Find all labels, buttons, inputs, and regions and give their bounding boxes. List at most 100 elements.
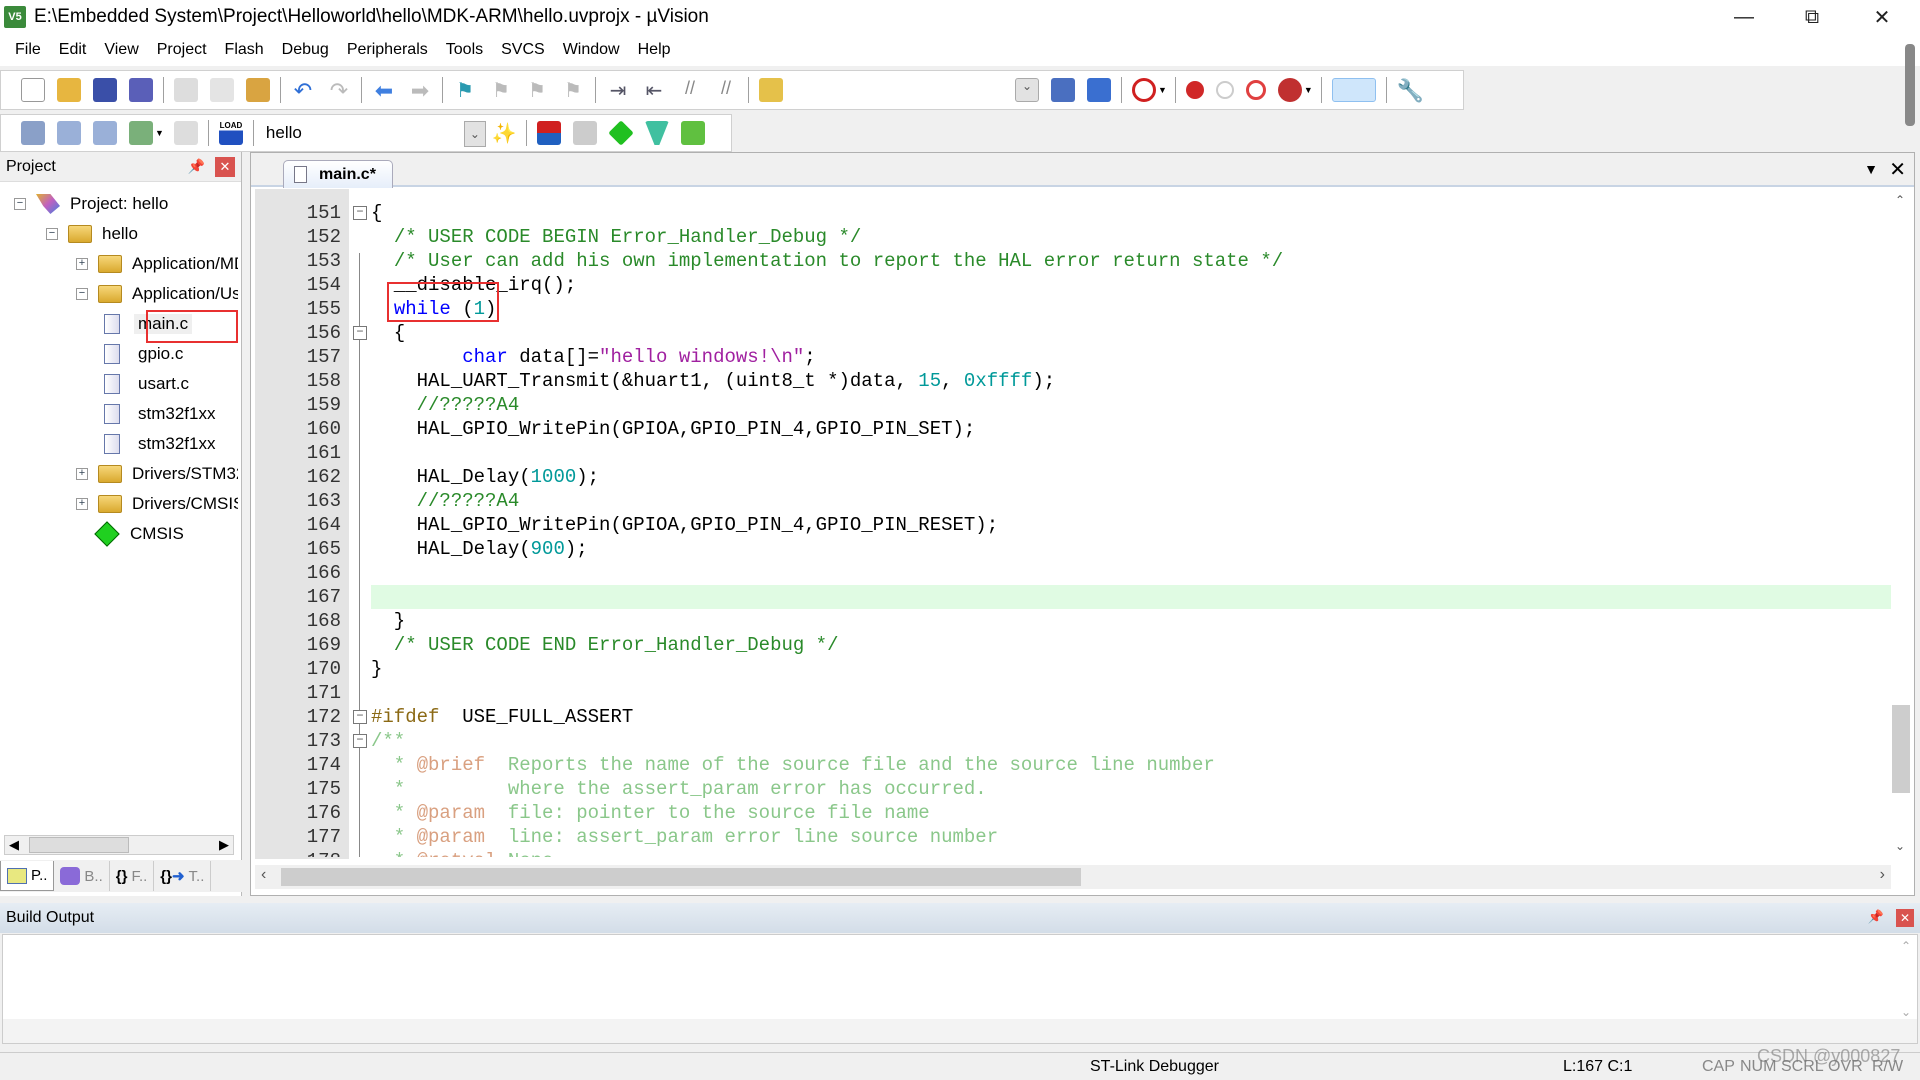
close-panel-button[interactable]: ✕	[215, 157, 235, 177]
uncomment-icon[interactable]: //	[714, 78, 738, 102]
bookmark-icon[interactable]: ⚑	[453, 78, 477, 102]
menu-flash[interactable]: Flash	[216, 41, 273, 59]
tree-item[interactable]: + Application/MDK-ARM	[76, 250, 238, 278]
tree-item[interactable]: usart.c	[104, 370, 189, 398]
menu-tools[interactable]: Tools	[437, 41, 492, 59]
tree-item[interactable]: stm32f1xx	[104, 400, 215, 428]
code-line[interactable]: 175 * where the assert_param error has o…	[251, 777, 1891, 801]
tree-item[interactable]: + Drivers/CMSIS	[76, 490, 238, 518]
enable-breakpoint-icon[interactable]	[1215, 81, 1234, 99]
code-line[interactable]: 170}	[251, 657, 1891, 681]
code-line[interactable]: 173−/**	[251, 729, 1891, 753]
minimize-button[interactable]: —	[1714, 0, 1774, 34]
code-line[interactable]: 169 /* USER CODE END Error_Handler_Debug…	[251, 633, 1891, 657]
code-line[interactable]: 177 * @param line: assert_param error li…	[251, 825, 1891, 849]
line-number[interactable]: 164	[251, 513, 341, 537]
manage-project-items-icon[interactable]	[536, 121, 561, 145]
editor-horizontal-scrollbar[interactable]: ‹ ›	[255, 865, 1891, 889]
code-line[interactable]: 167	[251, 585, 1891, 609]
code-line[interactable]: 165 HAL_Delay(900);	[251, 537, 1891, 561]
code-line[interactable]: 153 /* User can add his own implementati…	[251, 249, 1891, 273]
expander-icon[interactable]: −	[14, 198, 26, 210]
rebuild-icon[interactable]	[93, 121, 117, 145]
new-file-icon[interactable]	[21, 78, 45, 102]
restore-button[interactable]: ⧉	[1782, 0, 1842, 34]
line-number[interactable]: 161	[251, 441, 341, 465]
line-number[interactable]: 165	[251, 537, 341, 561]
code-line[interactable]: 166	[251, 561, 1891, 585]
next-bookmark-icon[interactable]: ⚑	[525, 78, 549, 102]
line-number[interactable]: 163	[251, 489, 341, 513]
scroll-left-arrow[interactable]: ‹	[261, 866, 266, 884]
pin-icon[interactable]: 📌	[1868, 909, 1884, 925]
tree-item[interactable]: CMSIS	[76, 520, 184, 548]
line-number[interactable]: 151	[251, 201, 341, 225]
download-load-icon[interactable]: LOAD	[218, 121, 243, 145]
code-line[interactable]: 163 //?????A4	[251, 489, 1891, 513]
code-line[interactable]: 168 }	[251, 609, 1891, 633]
comment-icon[interactable]: //	[678, 78, 702, 102]
line-number[interactable]: 172	[251, 705, 341, 729]
tree-item[interactable]: − Application/User	[76, 280, 238, 308]
navigate-forward-icon[interactable]: ➡	[408, 78, 432, 103]
line-number[interactable]: 168	[251, 609, 341, 633]
redo-icon[interactable]: ↷	[327, 78, 351, 103]
code-line[interactable]: 161	[251, 441, 1891, 465]
code-line[interactable]: 164 HAL_GPIO_WritePin(GPIOA,GPIO_PIN_4,G…	[251, 513, 1891, 537]
line-number[interactable]: 176	[251, 801, 341, 825]
build-icon[interactable]	[57, 121, 81, 145]
menu-file[interactable]: File	[6, 41, 50, 59]
code-line[interactable]: 152 /* USER CODE BEGIN Error_Handler_Deb…	[251, 225, 1891, 249]
translate-icon[interactable]	[21, 121, 45, 145]
line-number[interactable]: 160	[251, 417, 341, 441]
tab-templates[interactable]: {}➜ T..	[154, 861, 212, 891]
tree-item[interactable]: gpio.c	[104, 340, 183, 368]
tab-functions[interactable]: {} F..	[110, 861, 155, 891]
code-line[interactable]: 176 * @param file: pointer to the source…	[251, 801, 1891, 825]
close-build-output-button[interactable]: ✕	[1896, 909, 1914, 927]
tab-main-c[interactable]: main.c*	[283, 160, 393, 188]
scroll-thumb[interactable]	[1892, 705, 1910, 793]
menu-window[interactable]: Window	[554, 41, 629, 59]
target-options-wand-icon[interactable]: ✨	[492, 121, 517, 145]
expander-icon[interactable]: +	[76, 468, 88, 480]
line-number[interactable]: 162	[251, 465, 341, 489]
cut-icon[interactable]	[174, 78, 198, 102]
fold-toggle-icon[interactable]: −	[353, 326, 367, 340]
clear-bookmarks-icon[interactable]: ⚑	[561, 78, 585, 102]
configure-wrench-icon[interactable]: 🔧	[1397, 78, 1424, 103]
scroll-right-arrow[interactable]: ▶	[219, 837, 229, 853]
close-tab-icon[interactable]: ✕	[1889, 157, 1906, 182]
chevron-down-icon[interactable]: ▼	[1158, 85, 1167, 95]
tree-item[interactable]: − Project: hello	[14, 190, 168, 218]
tab-project[interactable]: P..	[0, 861, 55, 891]
menu-project[interactable]: Project	[148, 41, 216, 59]
pin-icon[interactable]: 📌	[188, 158, 205, 175]
tab-books[interactable]: B..	[54, 861, 110, 891]
menu-help[interactable]: Help	[629, 41, 680, 59]
build-output-text[interactable]: ⌃ ⌄	[2, 934, 1918, 1044]
scroll-down-arrow[interactable]: ⌄	[1895, 839, 1905, 853]
tree-item[interactable]: + Drivers/STM32	[76, 460, 238, 488]
scroll-up-arrow[interactable]: ⌃	[1895, 193, 1905, 207]
line-number[interactable]: 171	[251, 681, 341, 705]
line-number[interactable]: 177	[251, 825, 341, 849]
line-number[interactable]: 169	[251, 633, 341, 657]
scroll-right-arrow[interactable]: ›	[1880, 866, 1885, 884]
line-number[interactable]: 152	[251, 225, 341, 249]
insert-breakpoint-icon[interactable]	[1185, 81, 1204, 99]
line-number[interactable]: 156	[251, 321, 341, 345]
debug-session-icon[interactable]	[1132, 78, 1156, 102]
scroll-up-arrow[interactable]: ⌃	[1901, 939, 1911, 953]
pack-installer-icon[interactable]	[680, 121, 705, 145]
line-number[interactable]: 154	[251, 273, 341, 297]
code-line[interactable]: 160 HAL_GPIO_WritePin(GPIOA,GPIO_PIN_4,G…	[251, 417, 1891, 441]
tree-item[interactable]: stm32f1xx	[104, 430, 215, 458]
line-number[interactable]: 155	[251, 297, 341, 321]
build-output-horizontal-scrollbar[interactable]	[3, 1019, 1917, 1043]
expander-icon[interactable]: +	[76, 498, 88, 510]
scroll-thumb[interactable]	[281, 868, 1081, 886]
window-scrollbar[interactable]	[1905, 44, 1915, 126]
target-select[interactable]: hello ⌄	[266, 119, 486, 147]
tree-item[interactable]: − hello	[46, 220, 138, 248]
